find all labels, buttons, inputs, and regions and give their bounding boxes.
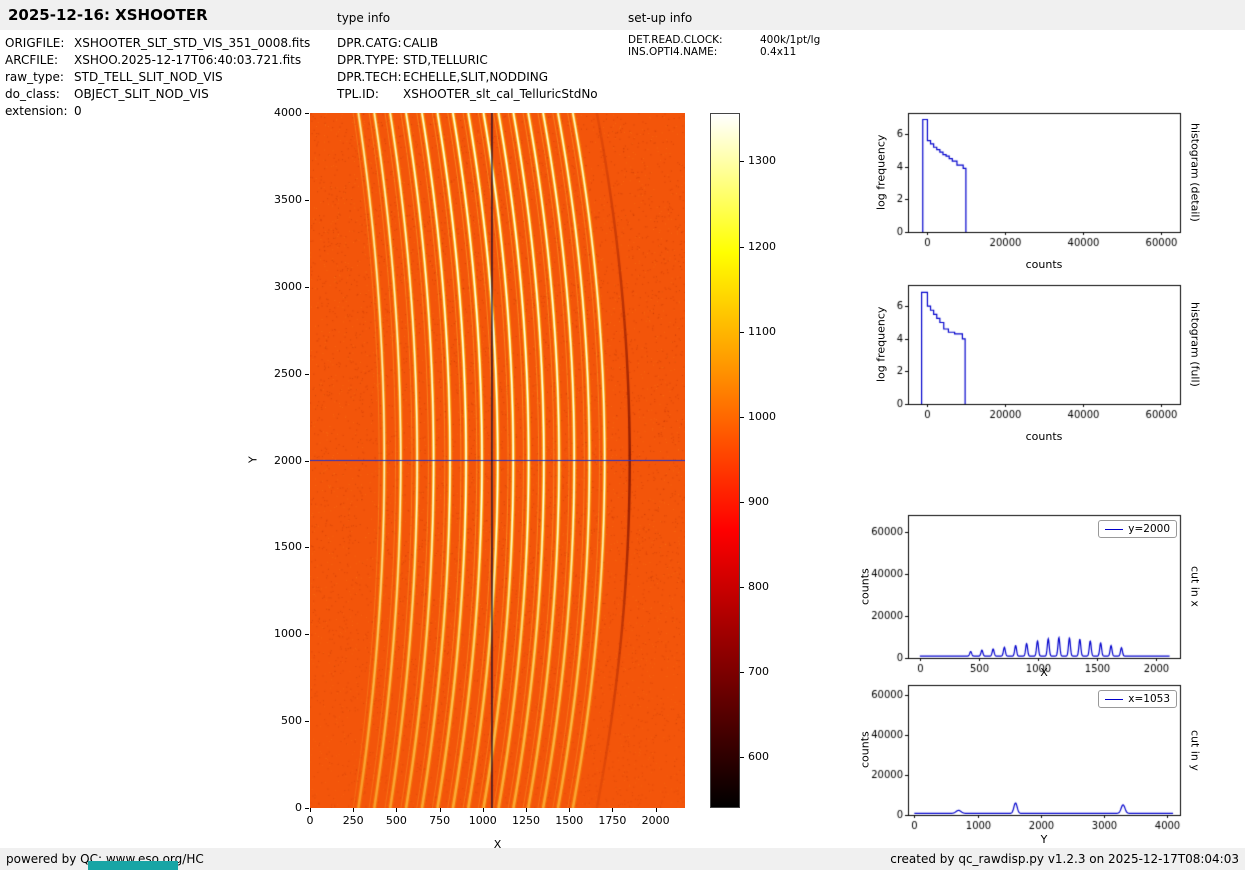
colorbar-tick-label: 700 [748, 665, 769, 678]
main-x-tick-mark [569, 808, 570, 812]
main-x-tick-mark [612, 808, 613, 812]
dprcatg-label: DPR.CATG: [337, 36, 402, 50]
main-y-tick-mark [305, 287, 309, 288]
main-x-tick-mark [656, 808, 657, 812]
tplid-label: TPL.ID: [337, 87, 379, 101]
main-x-tick-mark [353, 808, 354, 812]
rawtype-value: STD_TELL_SLIT_NOD_VIS [74, 70, 223, 84]
colorbar-tick-label: 900 [748, 495, 769, 508]
main-x-tick-mark [526, 808, 527, 812]
main-x-tick-mark [440, 808, 441, 812]
origfile-value: XSHOOTER_SLT_STD_VIS_351_0008.fits [74, 36, 310, 50]
arcfile-label: ARCFILE: [5, 53, 58, 67]
legend-cut-y: x=1053 [1098, 690, 1177, 708]
legend-cut-x: y=2000 [1098, 520, 1177, 538]
dprtech-label: DPR.TECH: [337, 70, 402, 84]
colorbar-tick-label: 600 [748, 750, 769, 763]
cut-y-title: cut in y [1188, 685, 1202, 815]
cut-x-title: cut in x [1188, 515, 1202, 658]
legend-cut-x-label: y=2000 [1128, 523, 1170, 535]
main-y-tick-label: 500 [256, 714, 302, 727]
main-y-tick-label: 2500 [256, 367, 302, 380]
dprtech-value: ECHELLE,SLIT,NODDING [403, 70, 548, 84]
main-y-tick-label: 4000 [256, 106, 302, 119]
legend-cut-y-label: x=1053 [1128, 693, 1170, 705]
header-bar: 2025-12-16: XSHOOTER type info set-up in… [0, 0, 1245, 30]
colorbar [710, 113, 740, 808]
legend-line-icon [1105, 699, 1123, 700]
main-x-tick-label: 0 [290, 814, 330, 827]
dprcatg-value: CALIB [403, 36, 438, 50]
histogram-detail-canvas [850, 105, 1198, 255]
colorbar-tick-mark [740, 502, 744, 503]
dprtype-label: DPR.TYPE: [337, 53, 399, 67]
colorbar-tick-label: 1200 [748, 240, 776, 253]
main-y-tick-label: 1500 [256, 540, 302, 553]
cut-y-xlabel: Y [908, 833, 1180, 846]
colorbar-tick-mark [740, 332, 744, 333]
main-y-tick-mark [305, 634, 309, 635]
rawtype-label: raw_type: [5, 70, 64, 84]
colorbar-tick-label: 1100 [748, 325, 776, 338]
main-y-tick-label: 3000 [256, 280, 302, 293]
footer-bar: powered by QC: www.eso.org/HC created by… [0, 848, 1245, 870]
legend-line-icon [1105, 529, 1123, 530]
hist-full-xlabel: counts [908, 430, 1180, 443]
colorbar-tick-mark [740, 247, 744, 248]
main-x-tick-mark [396, 808, 397, 812]
extension-value: 0 [74, 104, 82, 118]
opti4-label: INS.OPTI4.NAME: [628, 46, 717, 58]
main-y-tick-mark [305, 547, 309, 548]
colorbar-tick-mark [740, 587, 744, 588]
raw-frame-canvas [310, 113, 685, 808]
colorbar-tick-label: 1000 [748, 410, 776, 423]
main-y-tick-label: 0 [256, 801, 302, 814]
main-x-tick-label: 1750 [592, 814, 632, 827]
type-info-heading: type info [337, 11, 390, 25]
doclass-value: OBJECT_SLIT_NOD_VIS [74, 87, 209, 101]
main-x-tick-label: 1250 [506, 814, 546, 827]
colorbar-tick-label: 800 [748, 580, 769, 593]
main-y-tick-label: 1000 [256, 627, 302, 640]
page-title: 2025-12-16: XSHOOTER [8, 6, 208, 24]
hist-detail-xlabel: counts [908, 258, 1180, 271]
main-y-tick-label: 3500 [256, 193, 302, 206]
doclass-label: do_class: [5, 87, 60, 101]
origfile-label: ORIGFILE: [5, 36, 64, 50]
readclock-value: 400k/1pt/lg [760, 34, 820, 46]
colorbar-tick-mark [740, 672, 744, 673]
main-x-tick-mark [483, 808, 484, 812]
opti4-value: 0.4x11 [760, 46, 796, 58]
histogram-full-canvas [850, 277, 1198, 427]
colorbar-tick-mark [740, 417, 744, 418]
main-y-tick-mark [305, 200, 309, 201]
qc-report-page: 2025-12-16: XSHOOTER type info set-up in… [0, 0, 1245, 870]
main-y-tick-label: 2000 [256, 454, 302, 467]
main-y-tick-mark [305, 808, 309, 809]
main-x-tick-label: 250 [333, 814, 373, 827]
setup-info-heading: set-up info [628, 11, 692, 25]
main-y-tick-mark [305, 113, 309, 114]
main-y-tick-mark [305, 721, 309, 722]
colorbar-tick-mark [740, 757, 744, 758]
colorbar-tick-label: 1300 [748, 154, 776, 167]
main-x-tick-label: 1000 [463, 814, 503, 827]
main-y-tick-mark [305, 374, 309, 375]
main-x-tick-label: 1500 [549, 814, 589, 827]
readclock-label: DET.READ.CLOCK: [628, 34, 723, 46]
extension-label: extension: [5, 104, 68, 118]
footer-right-text: created by qc_rawdisp.py v1.2.3 on 2025-… [890, 852, 1239, 866]
hist-full-title: histogram (full) [1188, 285, 1202, 404]
main-x-tick-label: 500 [376, 814, 416, 827]
status-strip [88, 861, 178, 870]
tplid-value: XSHOOTER_slt_cal_TelluricStdNo [403, 87, 598, 101]
main-x-tick-label: 2000 [636, 814, 676, 827]
arcfile-value: XSHOO.2025-12-17T06:40:03.721.fits [74, 53, 301, 67]
colorbar-tick-mark [740, 161, 744, 162]
main-x-tick-mark [310, 808, 311, 812]
dprtype-value: STD,TELLURIC [403, 53, 488, 67]
hist-detail-title: histogram (detail) [1188, 113, 1202, 232]
main-y-tick-mark [305, 461, 309, 462]
main-x-tick-label: 750 [420, 814, 460, 827]
